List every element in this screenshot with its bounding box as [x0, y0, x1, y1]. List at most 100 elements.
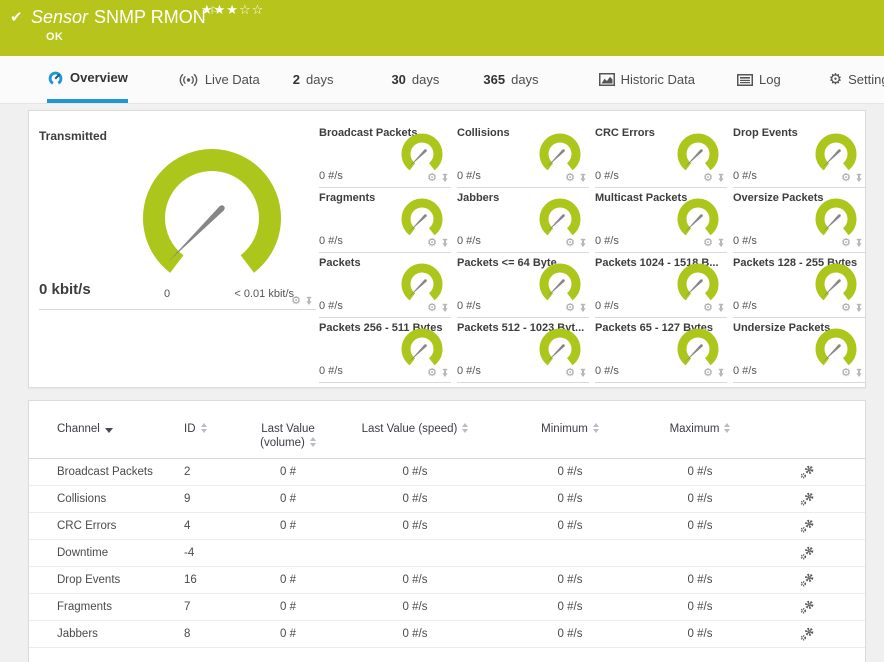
- channel-gauge-card: Packets 65 - 127 Bytes 0 #/s ⚙: [595, 318, 727, 383]
- channel-gauge-value: 0 #/s: [595, 300, 619, 312]
- pin-icon[interactable]: [855, 173, 863, 183]
- tab-number: 365: [483, 72, 506, 87]
- gauge-card-actions: ⚙: [841, 367, 863, 378]
- channel-gauge-card: Multicast Packets 0 #/s ⚙: [595, 188, 727, 253]
- cell-minimum: 0 #/s: [557, 466, 583, 478]
- sort-icon: [724, 423, 731, 433]
- column-header-maximum[interactable]: Maximum: [650, 422, 750, 436]
- edit-channel-settings-icon[interactable]: [800, 465, 815, 479]
- gear-icon[interactable]: ⚙: [565, 302, 575, 313]
- gear-icon[interactable]: ⚙: [841, 237, 851, 248]
- page-title: Sensor SNMP RMON ⚐: [31, 6, 219, 28]
- pin-icon[interactable]: [855, 303, 863, 313]
- tab-label: Settings: [848, 72, 884, 87]
- gear-icon[interactable]: ⚙: [565, 237, 575, 248]
- pin-icon[interactable]: [717, 303, 725, 313]
- pin-icon[interactable]: [579, 303, 587, 313]
- tab-label: Log: [758, 72, 781, 87]
- gauge-card-actions: ⚙: [841, 172, 863, 183]
- cell-id: 4: [184, 520, 191, 532]
- edit-channel-settings-icon[interactable]: [800, 492, 815, 506]
- gear-icon[interactable]: ⚙: [703, 367, 713, 378]
- gear-icon[interactable]: ⚙: [841, 367, 851, 378]
- channel-gauge-value: 0 #/s: [457, 300, 481, 312]
- pin-icon[interactable]: [441, 303, 449, 313]
- pin-icon[interactable]: [579, 173, 587, 183]
- gauge-scale-min: 0: [164, 288, 171, 300]
- channel-table-row: Fragments 7 0 # 0 #/s 0 #/s 0 #/s: [29, 594, 865, 621]
- channel-gauge-card: Packets <= 64 Byte 0 #/s ⚙: [457, 253, 589, 318]
- tab-2-days[interactable]: 2 days: [293, 56, 334, 103]
- pin-icon[interactable]: [855, 238, 863, 248]
- gear-icon[interactable]: ⚙: [427, 367, 437, 378]
- gear-icon[interactable]: ⚙: [841, 172, 851, 183]
- gear-icon[interactable]: ⚙: [427, 237, 437, 248]
- cell-maximum: 0 #/s: [687, 601, 713, 613]
- pin-icon[interactable]: [579, 368, 587, 378]
- sort-desc-icon: [104, 428, 113, 433]
- cell-last-value-speed: 0 #/s: [402, 520, 428, 532]
- cell-minimum: 0 #/s: [557, 493, 583, 505]
- cell-maximum: 0 #/s: [687, 466, 713, 478]
- edit-channel-settings-icon[interactable]: [800, 546, 815, 560]
- gear-icon[interactable]: ⚙: [841, 302, 851, 313]
- tab-log[interactable]: Log: [736, 56, 781, 103]
- tab-label: Overview: [70, 70, 128, 85]
- pin-icon[interactable]: [441, 368, 449, 378]
- cell-channel: Jabbers: [57, 628, 98, 640]
- channel-table-row: Jabbers 8 0 # 0 #/s 0 #/s 0 #/s: [29, 621, 865, 648]
- channel-gauge-card: Drop Events 0 #/s ⚙: [733, 123, 865, 188]
- gauge-card-actions: ⚙: [703, 172, 725, 183]
- cell-channel: Collisions: [57, 493, 107, 505]
- pin-icon[interactable]: [305, 296, 313, 306]
- channel-gauge-value: 0 #/s: [457, 170, 481, 182]
- channel-gauge-card: Undersize Packets 0 #/s ⚙: [733, 318, 865, 383]
- tab-label: days: [511, 72, 539, 87]
- sensor-header: ✔ Sensor SNMP RMON ⚐ ★★★☆☆ OK: [0, 0, 884, 56]
- gear-icon[interactable]: ⚙: [703, 172, 713, 183]
- cell-maximum: 0 #/s: [687, 574, 713, 586]
- edit-channel-settings-icon[interactable]: [800, 573, 815, 587]
- gear-icon[interactable]: ⚙: [703, 237, 713, 248]
- gear-icon[interactable]: ⚙: [565, 172, 575, 183]
- gear-icon[interactable]: ⚙: [427, 302, 437, 313]
- gear-icon[interactable]: ⚙: [427, 172, 437, 183]
- pin-icon[interactable]: [441, 238, 449, 248]
- gauge-card-actions: ⚙: [841, 302, 863, 313]
- column-header-minimum[interactable]: Minimum: [490, 422, 650, 436]
- tab-number: 2: [292, 72, 300, 87]
- channel-gauge-value: 0 #/s: [595, 365, 619, 377]
- edit-channel-settings-icon[interactable]: [800, 519, 815, 533]
- channel-gauge-value: 0 #/s: [319, 365, 343, 377]
- pin-icon[interactable]: [441, 173, 449, 183]
- stars-empty[interactable]: ☆☆: [239, 3, 264, 18]
- edit-channel-settings-icon[interactable]: [800, 600, 815, 614]
- gear-icon[interactable]: ⚙: [703, 302, 713, 313]
- pin-icon[interactable]: [579, 238, 587, 248]
- gear-icon[interactable]: ⚙: [565, 367, 575, 378]
- tab-30-days[interactable]: 30 days: [391, 56, 439, 103]
- column-header-last-value-volume[interactable]: Last Value (volume): [236, 422, 340, 450]
- column-header-channel[interactable]: Channel: [57, 422, 184, 436]
- tab-365-days[interactable]: 365 days: [483, 56, 538, 103]
- tab-live-data[interactable]: Live Data: [178, 56, 260, 103]
- channel-gauge-value: 0 #/s: [733, 365, 757, 377]
- pin-icon[interactable]: [717, 368, 725, 378]
- edit-channel-settings-icon[interactable]: [800, 627, 815, 641]
- mini-gauge-grid: Broadcast Packets 0 #/s ⚙ Collisions 0 #…: [319, 123, 865, 383]
- gear-icon[interactable]: ⚙: [291, 295, 301, 306]
- column-header-last-value-speed[interactable]: Last Value (speed): [340, 422, 490, 436]
- column-header-id[interactable]: ID: [184, 422, 236, 436]
- channel-gauge-card: Packets 256 - 511 Bytes 0 #/s ⚙: [319, 318, 451, 383]
- cell-id: 16: [184, 574, 197, 586]
- stars-filled[interactable]: ★★★: [201, 3, 239, 18]
- tab-overview[interactable]: Overview: [47, 56, 128, 103]
- tab-historic-data[interactable]: Historic Data: [598, 56, 695, 103]
- pin-icon[interactable]: [717, 238, 725, 248]
- pin-icon[interactable]: [717, 173, 725, 183]
- tab-settings[interactable]: ⚙ Settings: [829, 56, 884, 103]
- channel-table-row: Downtime -4: [29, 540, 865, 567]
- pin-icon[interactable]: [855, 368, 863, 378]
- cell-minimum: 0 #/s: [557, 601, 583, 613]
- favorite-rating[interactable]: ★★★☆☆: [201, 3, 264, 18]
